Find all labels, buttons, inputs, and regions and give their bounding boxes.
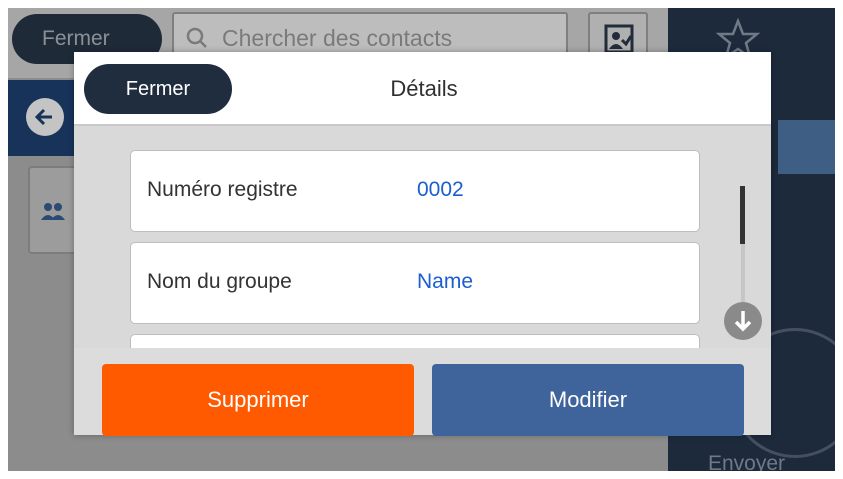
edit-button[interactable]: Modifier <box>432 364 744 436</box>
scrollbar-thumb[interactable] <box>740 186 745 244</box>
background-search-placeholder: Chercher des contacts <box>222 25 453 51</box>
arrow-down-icon <box>734 311 752 332</box>
detail-label: Numéro registre <box>147 178 298 201</box>
background-panel-accent <box>778 120 835 174</box>
details-list[interactable]: Numéro registre 0002 Nom du groupe Name <box>74 126 771 348</box>
details-dialog: Fermer Détails Numéro registre 0002 Nom … <box>74 52 771 436</box>
contact-select-icon <box>604 24 634 54</box>
background-send-label: Envoyer <box>708 452 786 471</box>
detail-row-group-name: Nom du groupe Name <box>130 242 700 324</box>
dialog-footer: Supprimer Modifier <box>74 348 771 436</box>
detail-value: Name <box>417 270 474 293</box>
detail-label: Nom du groupe <box>147 270 292 293</box>
search-icon <box>186 27 207 48</box>
detail-row-register-number: Numéro registre 0002 <box>130 150 700 232</box>
back-arrow-icon <box>26 98 64 136</box>
group-icon <box>41 203 65 220</box>
scroll-down-button[interactable] <box>724 302 762 340</box>
detail-row-partial <box>130 334 700 348</box>
detail-value: 0002 <box>417 178 464 201</box>
screen: Fermer Chercher des contacts Envoyer Fer… <box>8 8 835 471</box>
close-button[interactable]: Fermer <box>84 64 232 114</box>
dialog-header: Fermer Détails <box>74 52 771 126</box>
delete-button[interactable]: Supprimer <box>102 364 414 436</box>
dialog-title: Détails <box>390 76 458 101</box>
